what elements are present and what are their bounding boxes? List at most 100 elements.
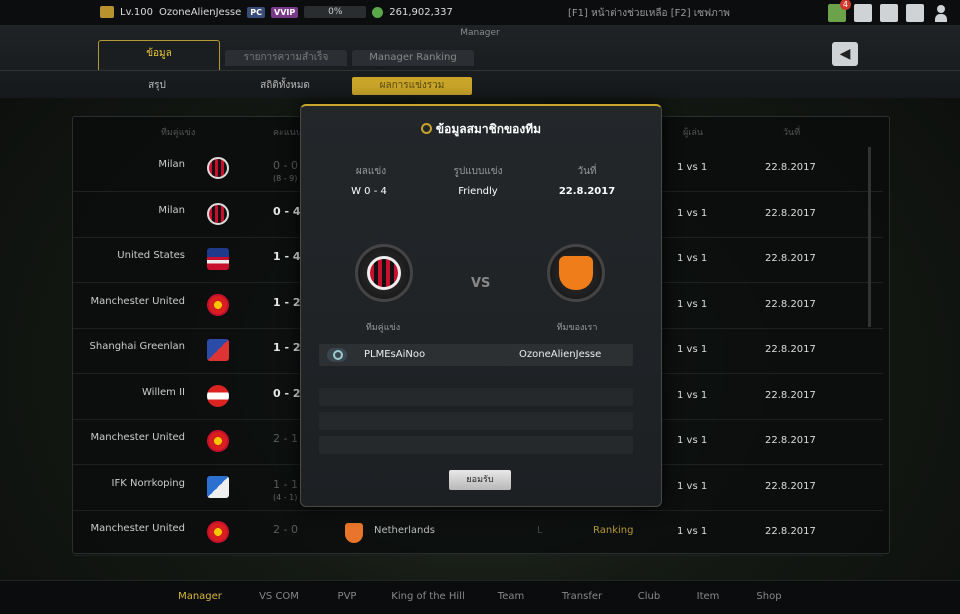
back-button[interactable]: ◀ [832, 42, 858, 66]
col-score: คะแนน [273, 128, 302, 138]
opponent-team-label: ทีมคู่แข่ง [365, 323, 401, 333]
date-label: วันที่ [577, 166, 597, 177]
format-value: Friendly [458, 186, 498, 197]
milan-crest-icon [207, 202, 229, 225]
team-member-info-dialog: ข้อมูลสมาชิกของทีม ผลแข่ง รูปแบบแข่ง วัน… [300, 104, 662, 507]
nav-manager[interactable]: Manager [178, 591, 222, 602]
own-team-name: Netherlands [374, 525, 435, 536]
opponent-team-badge [355, 244, 413, 302]
nav-king-of-the-hill[interactable]: King of the Hill [391, 591, 464, 602]
match-date: 22.8.2017 [765, 207, 816, 219]
player-row[interactable]: PLMEsAiNoo OzoneAlienJesse [319, 344, 633, 366]
pc-badge: PC [247, 6, 266, 18]
tab-info[interactable]: ข้อมูล [98, 40, 220, 70]
opponent-name: IFK Norrkoping [111, 477, 185, 489]
vvip-badge: VVIP [271, 6, 299, 18]
mail-icon[interactable]: 4 [828, 0, 851, 22]
bottom-nav: Manager VS COM PVP King of the Hill Team… [0, 580, 960, 614]
score: 1 - 2 [273, 295, 301, 309]
opponent-name: Shanghai Greenlan [89, 341, 185, 352]
opponent-name: Manchester United [90, 432, 185, 443]
mail-count-badge: 4 [839, 0, 851, 10]
nav-team[interactable]: Team [498, 591, 524, 602]
result-label: ผลแข่ง [355, 166, 387, 177]
table-scrollbar[interactable] [868, 147, 871, 327]
subtab-summary[interactable]: สรุป [120, 77, 194, 95]
penalty-score: (4 - 1) [273, 492, 298, 502]
score: 2 - 1 [273, 432, 298, 445]
xp-percent: 0% [328, 7, 343, 17]
match-date: 22.8.2017 [765, 435, 816, 446]
nav-item[interactable]: Item [697, 591, 720, 602]
empty-player-row [319, 388, 633, 406]
empty-player-row [319, 436, 633, 454]
usa-crest-icon [207, 248, 229, 270]
date-value: 22.8.2017 [558, 186, 616, 197]
match-type: Ranking [593, 525, 634, 536]
calendar-icon[interactable] [854, 4, 872, 22]
dialog-title-text: ข้อมูลสมาชิกของทีม [435, 122, 542, 136]
opponent-name: United States [117, 250, 185, 261]
tab-achievements[interactable]: รายการความสำเร็จ [225, 50, 347, 66]
score: 0 - 4 [273, 204, 301, 218]
result-letter: L [537, 525, 543, 536]
penalty-score: (8 - 9) [273, 174, 298, 183]
xp-bar: 0% [304, 6, 367, 18]
magnifier-icon[interactable] [327, 348, 347, 362]
nav-club[interactable]: Club [638, 591, 660, 602]
col-players: ผู้เล่น [683, 128, 704, 138]
level-label: Lv.100 [120, 6, 153, 18]
own-team-label: ทีมของเรา [556, 323, 598, 333]
manager-header: Manager ข้อมูล รายการความสำเร็จ Manager … [0, 26, 960, 98]
nav-shop[interactable]: Shop [756, 591, 781, 602]
match-date: 22.8.2017 [765, 389, 816, 401]
subtab-all-stats[interactable]: สถิติทั้งหมด [240, 77, 330, 95]
rank-badge-icon [100, 6, 114, 18]
match-date: 22.8.2017 [765, 344, 816, 355]
checklist-icon[interactable] [880, 4, 898, 22]
match-format: 1 vs 1 [677, 253, 708, 264]
profile-summary: Lv.100 OzoneAlienJesse PC VVIP 0% 261,90… [100, 6, 453, 18]
match-date: 22.8.2017 [765, 480, 816, 492]
manu-crest-icon [207, 430, 229, 452]
match-format: 1 vs 1 [677, 207, 708, 219]
format-label: รูปแบบแข่ง [453, 166, 503, 177]
coin-balance: 261,902,337 [389, 6, 453, 18]
nav-vs-com[interactable]: VS COM [259, 591, 299, 602]
tab-manager-ranking[interactable]: Manager Ranking [352, 50, 474, 66]
top-bar: Lv.100 OzoneAlienJesse PC VVIP 0% 261,90… [0, 0, 960, 26]
accept-button[interactable]: ยอมรับ [449, 470, 511, 490]
score: 1 - 1 [273, 477, 298, 491]
nav-pvp[interactable]: PVP [338, 591, 357, 602]
table-row[interactable]: Manchester United 2 - 0 Netherlands L Rankin… [73, 511, 883, 556]
match-date: 22.8.2017 [765, 526, 816, 537]
profile-icon[interactable] [932, 4, 950, 22]
score: 2 - 0 [273, 523, 298, 536]
match-date: 22.8.2017 [765, 298, 816, 310]
own-team-badge [547, 244, 605, 302]
col-date: วันที่ [783, 128, 801, 138]
match-date: 22.8.2017 [765, 253, 816, 264]
milan-crest-icon [207, 157, 229, 179]
match-format: 1 vs 1 [677, 480, 708, 492]
opponent-name: Manchester United [90, 523, 185, 534]
score: 1 - 4 [273, 250, 301, 263]
own-player-name: OzoneAlienJesse [519, 349, 602, 360]
match-format: 1 vs 1 [677, 389, 708, 401]
opponent-name: Manchester United [90, 295, 185, 307]
chat-icon[interactable] [906, 4, 924, 22]
nav-transfer[interactable]: Transfer [562, 591, 602, 602]
opponent-name: Willem II [142, 386, 185, 398]
score: 0 - 2 [273, 386, 301, 400]
search-icon [420, 123, 432, 134]
match-date: 22.8.2017 [765, 162, 816, 173]
manu-crest-icon [207, 293, 229, 316]
match-format: 1 vs 1 [677, 162, 708, 173]
subtab-match-results[interactable]: ผลการแข่งรวม [352, 77, 472, 95]
username-label: OzoneAlienJesse [158, 6, 242, 18]
coin-icon [372, 6, 384, 18]
netherlands-crest-icon [345, 523, 363, 543]
opponent-player-name: PLMEsAiNoo [364, 349, 426, 360]
manu-crest-icon [207, 521, 229, 543]
empty-player-row [319, 412, 633, 430]
